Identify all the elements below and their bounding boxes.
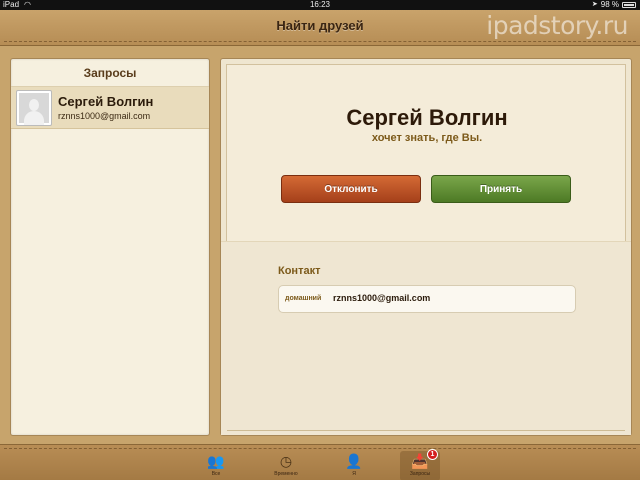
avatar (16, 90, 52, 126)
request-email: rznns1000@gmail.com (58, 111, 151, 121)
status-bar: iPad ◠ 16:23 ➤ 98 % (0, 0, 640, 10)
avatar-placeholder-icon (19, 93, 49, 125)
clock-icon: ◷ (279, 453, 293, 469)
tab-me-label: Я (352, 471, 356, 477)
requests-badge: 1 (427, 449, 438, 460)
location-arrow-icon: ➤ (591, 1, 598, 8)
tab-requests-label: Запросы (409, 471, 431, 477)
tab-all-label: Все (211, 471, 221, 477)
contact-section-title: Контакт (278, 265, 321, 277)
request-list-item[interactable]: Сергей Волгин rznns1000@gmail.com (11, 87, 209, 129)
battery-percent: 98 % (600, 0, 619, 9)
decline-button[interactable]: Отклонить (281, 175, 421, 203)
avatar-body (24, 111, 44, 125)
people-icon: 👥 (207, 453, 225, 469)
accept-button[interactable]: Принять (431, 175, 571, 203)
friend-name: Сергей Волгин (346, 105, 508, 130)
tab-requests[interactable]: 📥 Запросы 1 (400, 449, 440, 480)
clock-time: 16:23 (309, 0, 331, 9)
sidebar-title: Запросы (11, 59, 209, 87)
request-subtitle: хочет знать, где Вы. (371, 132, 483, 144)
avatar-head (29, 99, 39, 111)
watermark: ipadstory.ru (486, 11, 628, 40)
navigation-bar: Найти друзей ipadstory.ru (0, 10, 640, 46)
contact-email-row[interactable]: домашний rznns1000@gmail.com (278, 285, 576, 313)
requests-sidebar: Запросы Сергей Волгин rznns1000@gmail.co… (10, 58, 210, 436)
contact-email-value: rznns1000@gmail.com (333, 293, 431, 303)
tab-all[interactable]: 👥 Все (196, 451, 236, 480)
contact-type-label: домашний (285, 295, 322, 302)
tab-bar: 👥 Все ◷ Временно 👤 Я 📥 Запросы 1 (0, 444, 640, 480)
person-icon: 👤 (345, 453, 363, 469)
battery-icon (622, 2, 636, 8)
tab-temporary[interactable]: ◷ Временно (266, 451, 306, 480)
request-detail-card: Сергей Волгин хочет знать, где Вы. Откло… (220, 58, 632, 436)
tab-temporary-label: Временно (274, 471, 298, 477)
request-name: Сергей Волгин (58, 94, 154, 109)
tab-me[interactable]: 👤 Я (334, 451, 374, 480)
status-right: ➤ 98 % (592, 0, 636, 10)
